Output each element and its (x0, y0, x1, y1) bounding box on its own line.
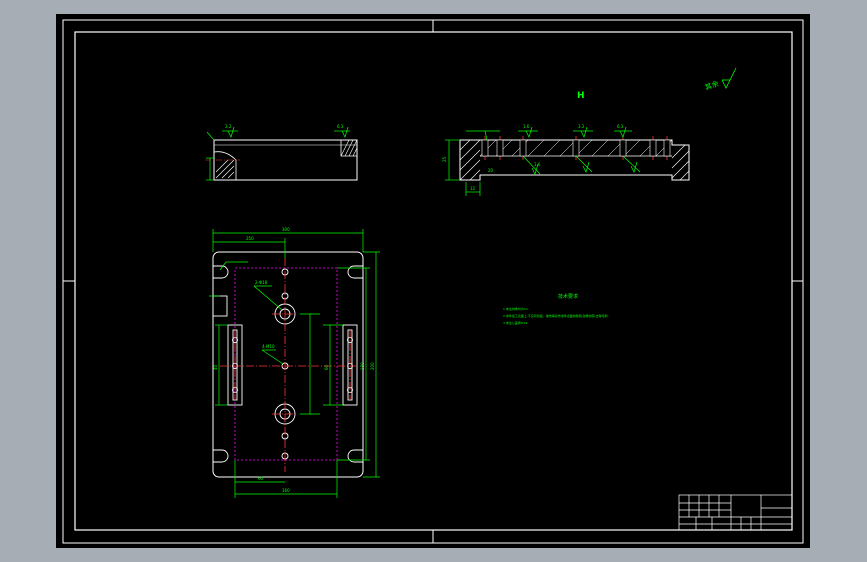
thread-callout: 4-M10 (262, 344, 275, 349)
tech-req-line-1: 1.未注倒角均为C1. (503, 306, 529, 311)
tech-req-title: 技术要求 (558, 293, 578, 300)
side-roughness-4: 1.6 (534, 162, 541, 167)
counterbore-callout: 2-Φ18 (255, 280, 268, 285)
cad-drawing-canvas[interactable]: 3.2 6.3 25 12 20 1.6 3.2 6.3 1.6 H 其余 30… (0, 0, 867, 562)
side-roughness-3: 6.3 (617, 124, 624, 129)
side-height-dim: 25 (442, 156, 447, 162)
plan-left-width: 60 (258, 476, 264, 481)
side-thickness-dim: 20 (488, 168, 494, 173)
plan-side-b: 60 (324, 364, 329, 370)
drawing-paper (56, 14, 810, 548)
plan-side-a: 40 (213, 364, 218, 370)
tech-req-line-2: 2.零件加工表面上,不应有划痕、擦伤等损伤零件表面的缺陷,锐角倒钝,去除毛刺. (503, 313, 609, 318)
section-label: H (577, 91, 585, 101)
front-roughness-2: 6.3 (337, 124, 344, 129)
plan-height: 200 (370, 362, 375, 370)
plan-inner-width: 160 (282, 488, 290, 493)
side-roughness-1: 1.6 (523, 124, 530, 129)
side-roughness-2: 3.2 (578, 124, 585, 129)
plan-right-height: 180 (360, 362, 365, 370)
front-roughness-1: 3.2 (225, 124, 232, 129)
tech-req-line-3: 3.未注公差按IT14. (503, 320, 528, 325)
plan-overall-width: 300 (282, 227, 290, 232)
plan-top-width: 250 (246, 236, 254, 241)
side-depth-dim: 12 (470, 186, 476, 191)
